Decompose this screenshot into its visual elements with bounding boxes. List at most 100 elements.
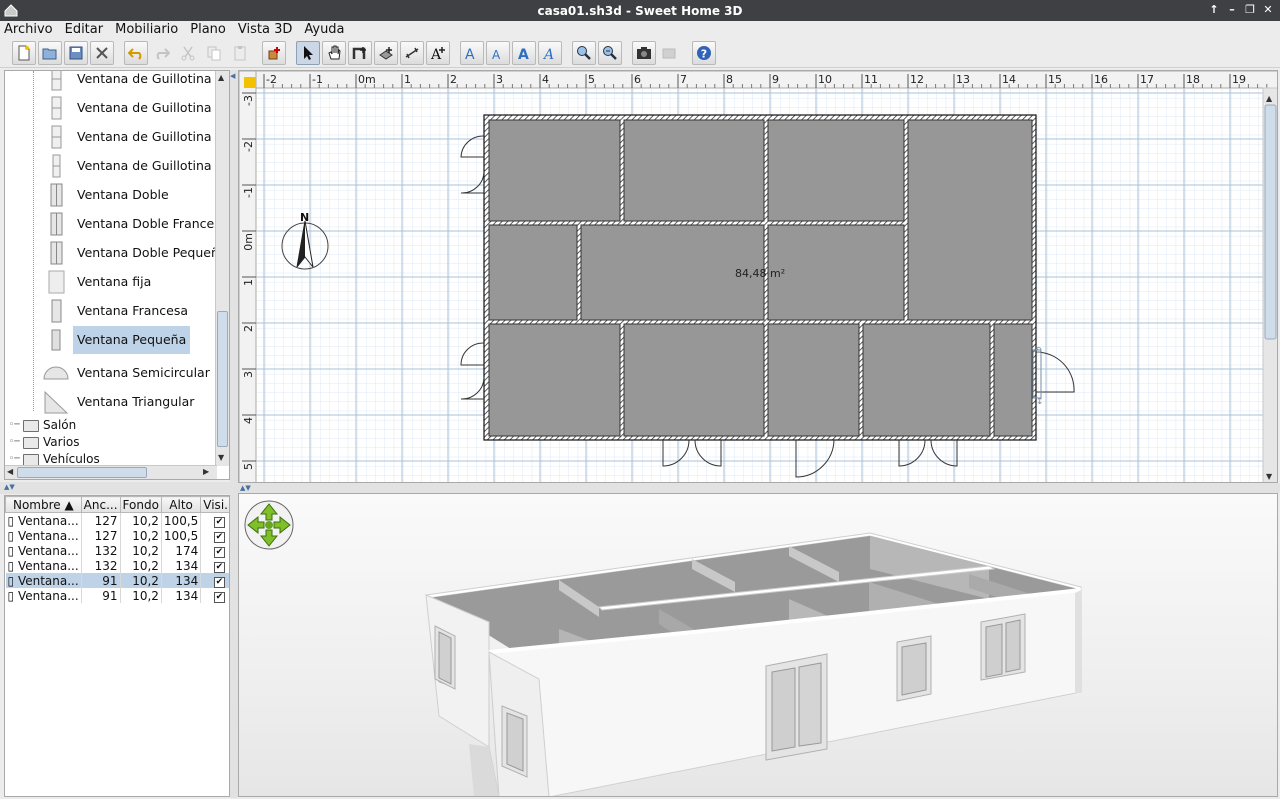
table-row[interactable]: ▯ Ventana... 127 10,2 100,5 ✔ — [5, 512, 229, 528]
plan-scroll-thumb[interactable] — [1264, 104, 1277, 340]
splitter-arrows-icon[interactable]: ▲▼ — [4, 483, 15, 491]
scroll-up-icon[interactable]: ▲ — [218, 73, 224, 82]
decrease-text-size-button[interactable]: A — [486, 40, 510, 65]
pan-mode-button[interactable] — [322, 40, 346, 65]
cut-button[interactable] — [176, 41, 200, 65]
italic-text-button[interactable]: A — [538, 40, 562, 65]
table-row[interactable]: ▯ Ventana... 127 10,2 100,5 ✔ — [5, 528, 229, 543]
left-splitter[interactable] — [0, 482, 234, 494]
plan-view[interactable]: -2 -1 0m 1 2 3 4 5 6 7 8 9 10 11 12 13 14 15 16 17 18 19 -3 -2… — [238, 70, 1278, 483]
create-video-button[interactable] — [658, 41, 682, 65]
catalog-item-ventana-doble-francesa[interactable]: Ventana Doble Francesa — [5, 210, 228, 239]
menu-mobiliario[interactable]: Mobiliario — [115, 22, 178, 37]
3d-canvas[interactable] — [239, 494, 1278, 797]
new-home-button[interactable] — [12, 40, 36, 65]
room[interactable] — [767, 119, 905, 222]
catalog-horizontal-scrollbar[interactable]: ◀ ▶ — [5, 465, 217, 479]
catalog-item-ventana-doble-pequena[interactable]: Ventana Doble Pequeña — [5, 239, 227, 268]
undo-button[interactable] — [124, 40, 148, 65]
catalog-item-ventana-francesa[interactable]: Ventana Francesa — [5, 297, 217, 326]
plan-canvas[interactable]: -2 -1 0m 1 2 3 4 5 6 7 8 9 10 11 12 13 14 15 16 17 18 19 -3-2… — [239, 71, 1278, 483]
column-header-name[interactable]: Nombre ▲ — [5, 496, 82, 513]
visible-checkbox[interactable]: ✔ — [213, 532, 225, 543]
room[interactable] — [488, 224, 578, 321]
catalog-item-ventana-pequena[interactable]: Ventana Pequeña — [5, 326, 217, 355]
catalog-folder-varios[interactable]: ◦─ Varios — [5, 435, 217, 451]
column-header-width[interactable]: Anc... — [80, 496, 121, 513]
visible-checkbox[interactable]: ✔ — [213, 547, 225, 558]
table-row[interactable]: ▯ Ventana... 132 10,2 134 ✔ — [5, 558, 229, 573]
scroll-thumb[interactable] — [17, 467, 147, 478]
paste-button[interactable] — [228, 41, 252, 65]
visible-checkbox[interactable]: ✔ — [213, 517, 225, 528]
room[interactable] — [993, 323, 1033, 437]
furniture-list[interactable]: Nombre ▲ Anc... Fondo Alto Visi... ▯ Ven… — [4, 495, 230, 797]
expand-icon[interactable]: ◦─ — [9, 437, 20, 447]
room[interactable] — [907, 119, 1033, 321]
table-row[interactable]: ▯ Ventana... 91 10,2 134 ✔ — [5, 573, 229, 588]
table-row[interactable]: ▯ Ventana... 132 10,2 174 ✔ — [5, 543, 229, 558]
catalog-item-ventana-de-guillotina[interactable]: Ventana de Guillotina — [5, 152, 217, 181]
visible-checkbox[interactable]: ✔ — [213, 562, 225, 573]
add-furniture-button[interactable] — [262, 40, 286, 65]
rotate-indicator-icon[interactable]: ⟲ — [1034, 346, 1042, 356]
menu-ayuda[interactable]: Ayuda — [304, 22, 344, 37]
scroll-up-icon[interactable]: ▲ — [1266, 94, 1273, 103]
room[interactable] — [767, 323, 860, 437]
resize-indicator-icon[interactable]: ↕ — [1036, 397, 1044, 407]
menu-archivo[interactable]: Archivo — [4, 22, 53, 37]
room[interactable] — [623, 119, 765, 222]
zoom-out-button[interactable] — [598, 40, 622, 65]
catalog-item-ventana-fija[interactable]: Ventana fija — [5, 268, 217, 297]
catalog-item-ventana-semicircular[interactable]: Ventana Semicircular — [5, 359, 217, 388]
column-header-depth[interactable]: Fondo — [119, 496, 162, 513]
house-floor-plan[interactable]: 84,48 m² ⟲ ↕ — [460, 114, 1075, 478]
save-button[interactable] — [64, 40, 88, 65]
always-on-top-icon[interactable]: ↑ — [1206, 2, 1222, 18]
3d-navigation-arrows[interactable] — [244, 500, 294, 550]
furniture-catalog-tree[interactable]: Ventana de Guillotina Ventana de Guillot… — [4, 70, 230, 480]
increase-text-size-button[interactable]: A — [460, 40, 484, 65]
help-button[interactable]: ? — [692, 40, 716, 65]
visible-checkbox[interactable]: ✔ — [213, 592, 225, 603]
preferences-button[interactable] — [90, 40, 114, 65]
maximize-icon[interactable]: ❐ — [1242, 2, 1258, 18]
catalog-item-ventana-triangular[interactable]: Ventana Triangular — [5, 388, 217, 417]
create-photo-button[interactable] — [632, 40, 656, 65]
catalog-folder-salon[interactable]: ◦─ Salón — [5, 418, 217, 434]
column-header-visible[interactable]: Visi... — [200, 496, 229, 513]
catalog-item-ventana-de-guillotina[interactable]: Ventana de Guillotina — [5, 71, 217, 94]
create-dimensions-button[interactable] — [400, 40, 424, 65]
scroll-thumb[interactable] — [217, 311, 228, 447]
minimize-icon[interactable]: – — [1224, 2, 1240, 18]
catalog-vertical-scrollbar[interactable]: ▲ ▼ — [215, 71, 229, 466]
room[interactable] — [623, 323, 765, 437]
room[interactable] — [767, 224, 905, 321]
column-header-height[interactable]: Alto — [160, 496, 202, 513]
catalog-item-ventana-de-guillotina[interactable]: Ventana de Guillotina — [5, 123, 217, 152]
vertical-splitter[interactable] — [230, 70, 238, 798]
add-text-button[interactable]: A — [426, 40, 450, 65]
expand-icon[interactable]: ◦─ — [9, 454, 20, 464]
redo-button[interactable] — [150, 41, 174, 65]
3d-view[interactable] — [238, 493, 1278, 797]
splitter-arrows-icon[interactable]: ◀ — [230, 72, 238, 80]
open-button[interactable] — [38, 40, 62, 65]
close-icon[interactable]: ✕ — [1260, 2, 1276, 18]
scroll-left-icon[interactable]: ◀ — [7, 467, 13, 476]
select-mode-button[interactable] — [296, 40, 320, 65]
create-rooms-button[interactable] — [374, 40, 398, 65]
room[interactable] — [862, 323, 991, 437]
zoom-in-button[interactable] — [572, 40, 596, 65]
plan-3d-splitter[interactable] — [238, 483, 1280, 493]
catalog-item-ventana-de-guillotina[interactable]: Ventana de Guillotina — [5, 94, 217, 123]
room[interactable] — [488, 119, 621, 222]
menu-vista-3d[interactable]: Vista 3D — [238, 22, 292, 37]
splitter-arrows-icon[interactable]: ▲▼ — [240, 484, 251, 492]
visible-checkbox[interactable]: ✔ — [213, 577, 225, 588]
create-walls-button[interactable] — [348, 40, 372, 65]
catalog-item-ventana-doble[interactable]: Ventana Doble — [5, 181, 217, 210]
scroll-down-icon[interactable]: ▼ — [218, 453, 224, 462]
table-row[interactable]: ▯ Ventana... 91 10,2 134 ✔ — [5, 588, 229, 603]
bold-text-button[interactable]: A — [512, 40, 536, 65]
